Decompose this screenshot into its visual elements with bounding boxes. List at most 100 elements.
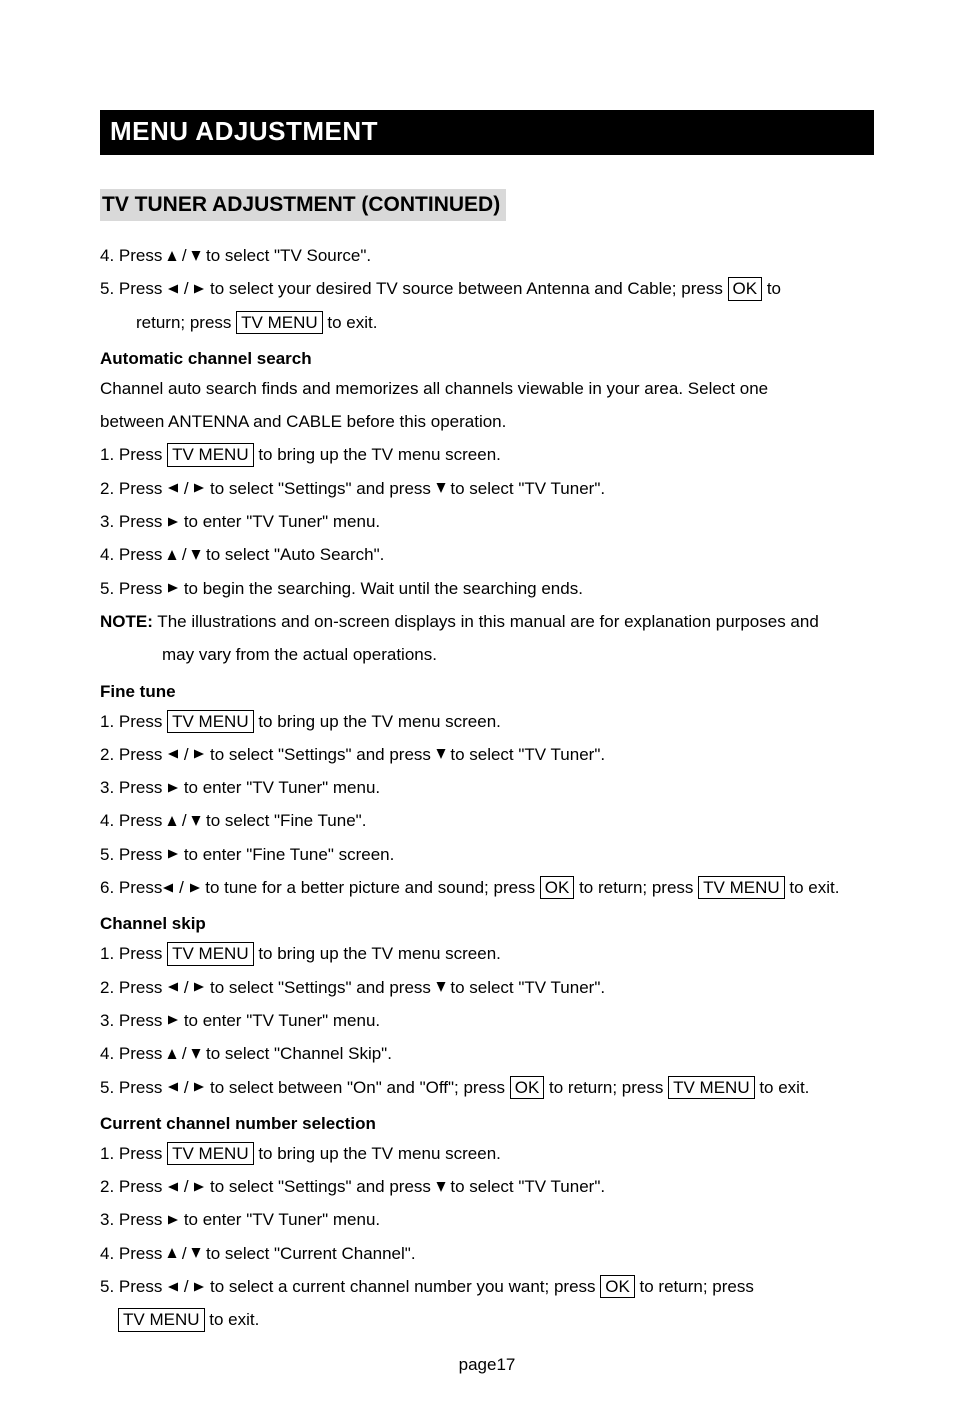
text: / [179,279,193,298]
text: 5. Press [100,279,167,298]
tvmenu-button-label: TV MENU [118,1308,205,1331]
fine-step-1: 1. Press TV MENU to bring up the TV menu… [100,706,874,738]
text: to select "TV Tuner". [446,1177,605,1196]
text: to enter "TV Tuner" menu. [179,778,380,797]
auto-note-2: may vary from the actual operations. [100,639,874,671]
fine-step-3: 3. Press to enter "TV Tuner" menu. [100,772,874,804]
text: 5. Press [100,1277,167,1296]
text: to select "Current Channel". [201,1244,415,1263]
right-arrow-icon [167,1015,179,1025]
tvmenu-button-label: TV MENU [167,942,254,965]
auto-intro-1: Channel auto search finds and memorizes … [100,373,874,405]
text: to select "TV Tuner". [446,479,605,498]
right-arrow-icon [193,483,205,493]
up-arrow-icon [167,250,177,262]
text: 4. Press [100,1044,167,1063]
down-arrow-icon [191,250,201,262]
right-arrow-icon [189,883,201,893]
text: 6. Press [100,878,162,897]
down-arrow-icon [436,482,446,494]
text: / [179,1078,193,1097]
cont-step-5: 5. Press / to select your desired TV sou… [100,273,874,305]
ok-button-label: OK [728,277,763,300]
text: to [762,279,781,298]
text: to select "Settings" and press [205,978,435,997]
text: 1. Press [100,712,167,731]
left-arrow-icon [162,883,174,893]
left-arrow-icon [167,483,179,493]
text: 4. Press [100,1244,167,1263]
text: to select "TV Tuner". [446,745,605,764]
right-arrow-icon [167,783,179,793]
current-step-5b: TV MENU to exit. [100,1304,874,1336]
section-fine-title: Fine tune [100,682,874,702]
right-arrow-icon [167,583,179,593]
text: to select "TV Tuner". [446,978,605,997]
text: to enter "TV Tuner" menu. [179,1011,380,1030]
right-arrow-icon [193,1282,205,1292]
text: to select "Channel Skip". [201,1044,392,1063]
auto-note: NOTE: The illustrations and on-screen di… [100,606,874,638]
text: to return; press [544,1078,668,1097]
auto-step-4: 4. Press / to select "Auto Search". [100,539,874,571]
text: / [179,479,193,498]
text: / [177,545,191,564]
down-arrow-icon [191,1048,201,1060]
text: to select your desired TV source between… [205,279,727,298]
section-auto-title: Automatic channel search [100,349,874,369]
text: 3. Press [100,1210,167,1229]
tvmenu-button-label: TV MENU [668,1076,755,1099]
text: / [177,1044,191,1063]
section-current-title: Current channel number selection [100,1114,874,1134]
text: The illustrations and on-screen displays… [153,612,819,631]
tvmenu-button-label: TV MENU [167,710,254,733]
up-arrow-icon [167,1247,177,1259]
left-arrow-icon [167,1282,179,1292]
text: to exit. [755,1078,810,1097]
current-step-5: 5. Press / to select a current channel n… [100,1271,874,1303]
text: to select "Settings" and press [205,745,435,764]
section-skip-title: Channel skip [100,914,874,934]
text: 4. Press [100,246,167,265]
text: to exit. [323,313,378,332]
auto-step-2: 2. Press / to select "Settings" and pres… [100,473,874,505]
down-arrow-icon [191,549,201,561]
text: to select "Settings" and press [205,1177,435,1196]
skip-step-3: 3. Press to enter "TV Tuner" menu. [100,1005,874,1037]
ok-button-label: OK [540,876,575,899]
down-arrow-icon [436,748,446,760]
text: to select "TV Source". [201,246,371,265]
right-arrow-icon [193,982,205,992]
ok-button-label: OK [600,1275,635,1298]
text: to select "Settings" and press [205,479,435,498]
tvmenu-button-label: TV MENU [167,1142,254,1165]
ok-button-label: OK [510,1076,545,1099]
text: 5. Press [100,845,167,864]
up-arrow-icon [167,549,177,561]
text: to return; press [574,878,698,897]
left-arrow-icon [167,1082,179,1092]
skip-step-5: 5. Press / to select between "On" and "O… [100,1072,874,1104]
fine-step-6: 6. Press / to tune for a better picture … [100,872,874,904]
text: 2. Press [100,1177,167,1196]
fine-step-5: 5. Press to enter "Fine Tune" screen. [100,839,874,871]
text: 1. Press [100,445,167,464]
cont-step-5b: return; press TV MENU to exit. [100,307,874,339]
text: to enter "Fine Tune" screen. [179,845,394,864]
text: to begin the searching. Wait until the s… [179,579,583,598]
skip-step-2: 2. Press / to select "Settings" and pres… [100,972,874,1004]
auto-step-5: 5. Press to begin the searching. Wait un… [100,573,874,605]
text: 2. Press [100,978,167,997]
text: 1. Press [100,944,167,963]
text: to return; press [635,1277,754,1296]
subheading: TV TUNER ADJUSTMENT (CONTINUED) [100,189,506,221]
tvmenu-button-label: TV MENU [167,443,254,466]
text: 3. Press [100,778,167,797]
text: 1. Press [100,1144,167,1163]
text: 3. Press [100,1011,167,1030]
text: return; press [136,313,236,332]
right-arrow-icon [193,284,205,294]
tvmenu-button-label: TV MENU [698,876,785,899]
left-arrow-icon [167,1182,179,1192]
note-label: NOTE: [100,612,153,631]
